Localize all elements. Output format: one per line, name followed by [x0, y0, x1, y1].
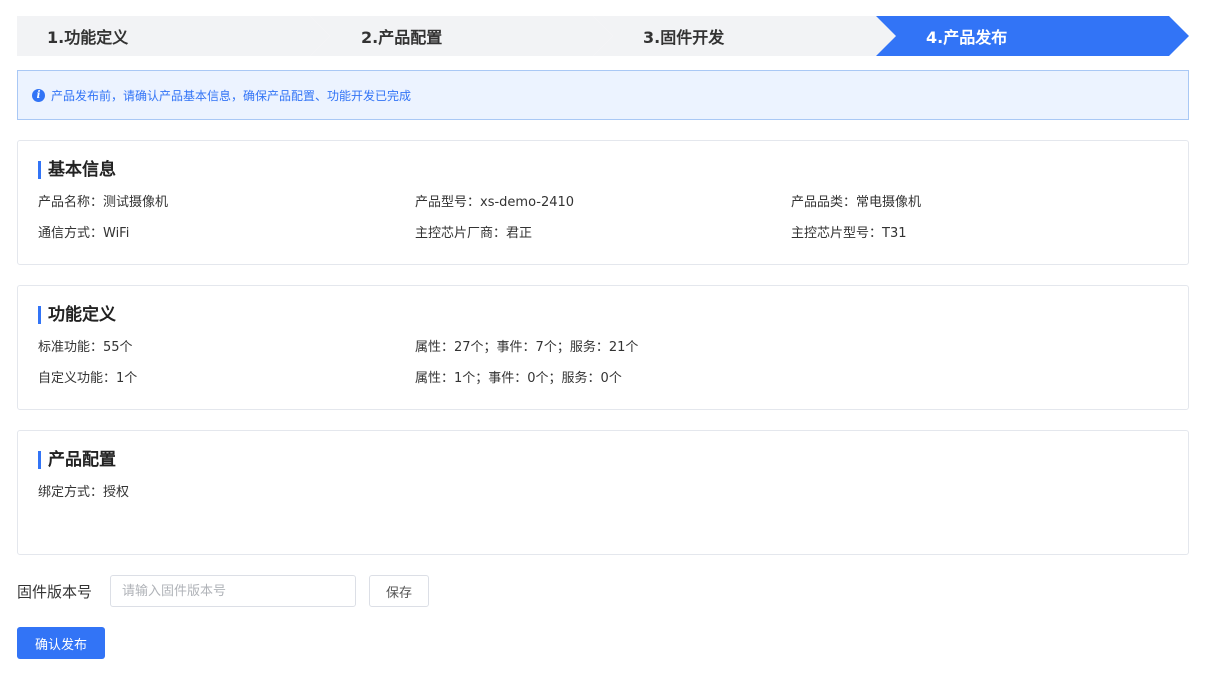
- alert-text: 产品发布前，请确认产品基本信息，确保产品配置、功能开发已完成: [51, 88, 412, 103]
- step-function-definition[interactable]: 1.功能定义: [17, 16, 330, 56]
- function-definition-card: 功能定义 标准功能：55个 属性：27个；事件：7个；服务：21个 自定义功能：…: [17, 285, 1189, 410]
- chip-model: 主控芯片型号：T31: [791, 226, 907, 241]
- standard-functions: 标准功能：55个: [38, 340, 133, 355]
- save-button[interactable]: 保存: [369, 575, 429, 607]
- firmware-version-label: 固件版本号: [17, 583, 93, 601]
- step-label: 2.产品配置: [361, 28, 443, 47]
- product-model: 产品型号：xs-demo-2410: [415, 195, 575, 210]
- communication-method: 通信方式：WiFi: [38, 226, 130, 241]
- product-category: 产品品类：常电摄像机: [791, 195, 922, 210]
- standard-functions-detail: 属性：27个；事件：7个；服务：21个: [415, 340, 639, 355]
- step-product-release[interactable]: 4.产品发布: [876, 16, 1189, 56]
- custom-functions: 自定义功能：1个: [38, 371, 138, 386]
- basic-info-title: 基本信息: [38, 161, 116, 179]
- step-firmware-development[interactable]: 3.固件开发: [593, 16, 896, 56]
- firmware-version-input[interactable]: [110, 575, 356, 607]
- step-label: 4.产品发布: [926, 28, 1008, 47]
- step-label: 3.固件开发: [643, 28, 725, 47]
- basic-info-card: 基本信息 产品名称：测试摄像机 产品型号：xs-demo-2410 产品品类：常…: [17, 140, 1189, 265]
- info-icon: i: [32, 88, 45, 102]
- steps-bar: 1.功能定义 2.产品配置 3.固件开发 4.产品发布: [17, 16, 1189, 56]
- product-config-title: 产品配置: [38, 451, 116, 469]
- custom-functions-detail: 属性：1个；事件：0个；服务：0个: [415, 371, 622, 386]
- confirm-release-button[interactable]: 确认发布: [17, 627, 105, 659]
- product-name: 产品名称：测试摄像机: [38, 195, 169, 210]
- chip-vendor: 主控芯片厂商：君正: [415, 226, 533, 241]
- product-config-card: 产品配置 绑定方式：授权: [17, 430, 1189, 555]
- step-product-config[interactable]: 2.产品配置: [310, 16, 613, 56]
- step-label: 1.功能定义: [47, 28, 129, 47]
- info-alert: i 产品发布前，请确认产品基本信息，确保产品配置、功能开发已完成: [17, 70, 1189, 120]
- function-definition-title: 功能定义: [38, 306, 116, 324]
- bind-method: 绑定方式：授权: [38, 485, 130, 500]
